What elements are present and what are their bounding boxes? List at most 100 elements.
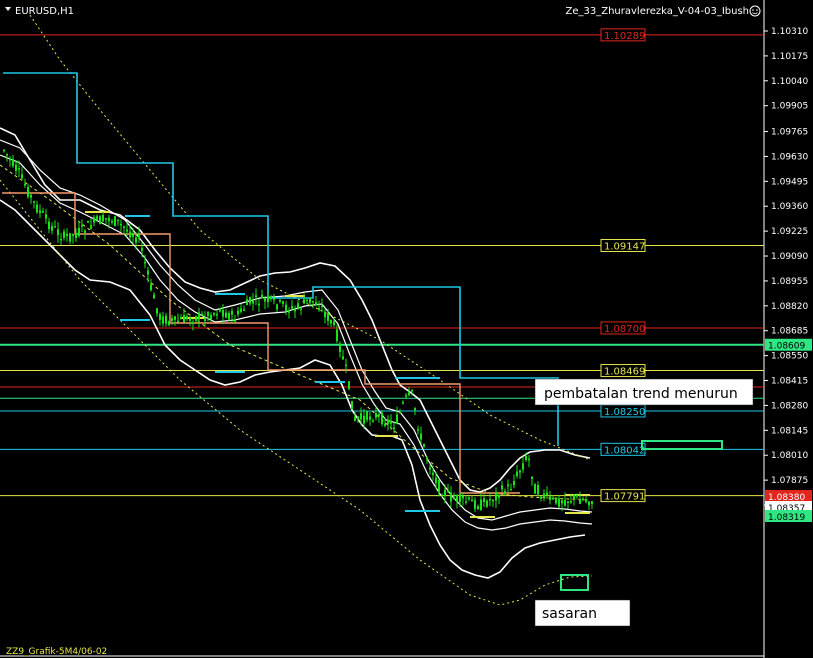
candle-body (246, 299, 248, 306)
candle-body (39, 210, 41, 213)
candle-body (225, 312, 227, 318)
level-label: 1.10289 (604, 31, 645, 42)
candle-body (459, 494, 461, 503)
candle-body (315, 302, 317, 306)
candle-body (189, 317, 191, 321)
chart-background (0, 0, 813, 658)
candle-body (321, 305, 323, 308)
candle-body (444, 489, 446, 496)
candle-body (426, 457, 428, 460)
axis-tick-label: 1.08415 (771, 377, 808, 387)
candle-body (555, 497, 557, 504)
candle-body (108, 217, 110, 222)
candle-body (36, 204, 38, 213)
candle-body (165, 315, 167, 324)
candle-body (243, 309, 245, 311)
candle-body (273, 297, 275, 301)
candle-body (414, 407, 416, 411)
candle-body (126, 229, 128, 232)
candle-body (450, 492, 452, 502)
axis-tick-label: 1.09630 (771, 152, 808, 162)
candle-body (168, 321, 170, 326)
candle-body (63, 231, 65, 238)
candle-body (207, 312, 209, 316)
axis-tick-label: 1.08685 (771, 327, 808, 337)
candle-body (300, 308, 302, 310)
candle-body (495, 492, 497, 501)
candle-body (102, 214, 104, 222)
candle-body (372, 420, 374, 422)
candle-body (570, 500, 572, 503)
candle-body (582, 498, 584, 501)
candle-body (132, 234, 134, 237)
candle-body (33, 201, 35, 203)
price-markers-layer: 1.083801.083571.08319 (765, 490, 812, 523)
candle-body (123, 226, 125, 228)
axis-tick-label: 1.10040 (771, 77, 808, 87)
candle-body (327, 313, 329, 321)
candle-body (279, 299, 281, 302)
candle-body (291, 306, 293, 309)
level-label: 1.08250 (604, 407, 645, 418)
candle-body (111, 221, 113, 223)
candle-body (522, 463, 524, 470)
footer-indicator-label: ZZ9_Grafik-5M4/06-02 (6, 647, 107, 657)
candle-body (309, 297, 311, 303)
candle-body (516, 471, 518, 477)
candle-body (171, 318, 173, 322)
candle-body (117, 219, 119, 222)
candle-body (138, 234, 140, 239)
axis-tick-label: 1.08145 (771, 426, 808, 436)
candle-body (561, 500, 563, 504)
candle-body (24, 184, 26, 186)
candle-body (240, 308, 242, 312)
candle-body (528, 458, 530, 461)
candle-body (462, 496, 464, 499)
candle-body (264, 298, 266, 302)
candle-body (18, 168, 20, 170)
level-label: 1.08042 (604, 445, 645, 456)
candle-body (90, 225, 92, 229)
axis-tick-label: 1.10310 (771, 27, 808, 37)
candle-body (441, 495, 443, 498)
candle-body (195, 316, 197, 321)
candle-body (87, 221, 89, 223)
candle-body (237, 310, 239, 315)
candle-body (249, 297, 251, 304)
candle-body (429, 467, 431, 470)
candle-body (585, 499, 587, 502)
candle-body (453, 497, 455, 500)
candle-body (576, 495, 578, 497)
candle-body (387, 419, 389, 424)
candle-body (120, 223, 122, 226)
candle-body (186, 316, 188, 320)
candle-body (579, 499, 581, 504)
candle-body (285, 304, 287, 311)
candle-body (519, 470, 521, 473)
candle-body (591, 501, 593, 504)
candle-body (468, 497, 470, 500)
candle-body (282, 301, 284, 304)
trend-cancel-note: pembatalan trend menurun (544, 386, 738, 402)
candle-body (219, 308, 221, 312)
candle-body (489, 498, 491, 501)
candle-body (93, 217, 95, 223)
candle-body (567, 501, 569, 503)
candle-body (150, 284, 152, 291)
candle-body (12, 158, 14, 166)
candle-body (375, 413, 377, 418)
candle-body (147, 270, 149, 275)
axis-tick-label: 1.08820 (771, 302, 808, 312)
candle-body (477, 506, 479, 509)
candle-body (351, 401, 353, 410)
candle-body (405, 395, 407, 397)
candle-body (438, 479, 440, 492)
symbol-label: EURUSD,H1 (15, 6, 74, 17)
price-chart[interactable]: 1.10310 1.10175 1.10040 1.09905 1.09765 1.096… (0, 0, 813, 658)
candle-body (393, 427, 395, 429)
candle-body (432, 472, 434, 475)
candle-body (3, 149, 5, 152)
candle-body (366, 411, 368, 420)
candle-body (159, 314, 161, 320)
candle-body (573, 494, 575, 499)
